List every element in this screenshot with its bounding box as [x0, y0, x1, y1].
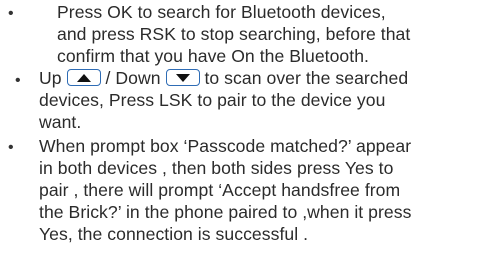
instruction-line: Yes, the connection is successful .: [39, 224, 309, 244]
instruction-line: in both devices , then both sides press …: [39, 158, 394, 178]
down-key-button: [165, 69, 200, 86]
instruction-line: want.: [39, 112, 82, 132]
triangle-up-icon: [76, 73, 91, 82]
bullet-marker: •: [15, 72, 21, 89]
instruction-line: When prompt box ‘Passcode matched?’ appe…: [39, 136, 412, 156]
instruction-line: devices, Press LSK to pair to the device…: [39, 90, 386, 110]
instruction-line: Up / Down to scan over the searched: [39, 68, 408, 89]
bullet-marker: •: [8, 139, 14, 156]
instruction-text: Up: [39, 68, 62, 88]
instruction-line: the Brick?’ in the phone paired to ,when…: [39, 202, 412, 222]
instruction-line: pair , there will prompt ‘Accept handsfr…: [39, 180, 401, 200]
instruction-line: Press OK to search for Bluetooth devices…: [57, 2, 386, 22]
instruction-text: / Down: [105, 68, 161, 88]
bullet-marker: •: [8, 5, 14, 22]
instruction-page: • Press OK to search for Bluetooth devic…: [0, 0, 493, 280]
instruction-text: to scan over the searched: [204, 68, 409, 88]
triangle-down-icon: [175, 73, 190, 82]
instruction-line: confirm that you have On the Bluetooth.: [57, 46, 369, 66]
instruction-line: and press RSK to stop searching, before …: [57, 24, 411, 44]
up-key-button: [66, 69, 101, 86]
